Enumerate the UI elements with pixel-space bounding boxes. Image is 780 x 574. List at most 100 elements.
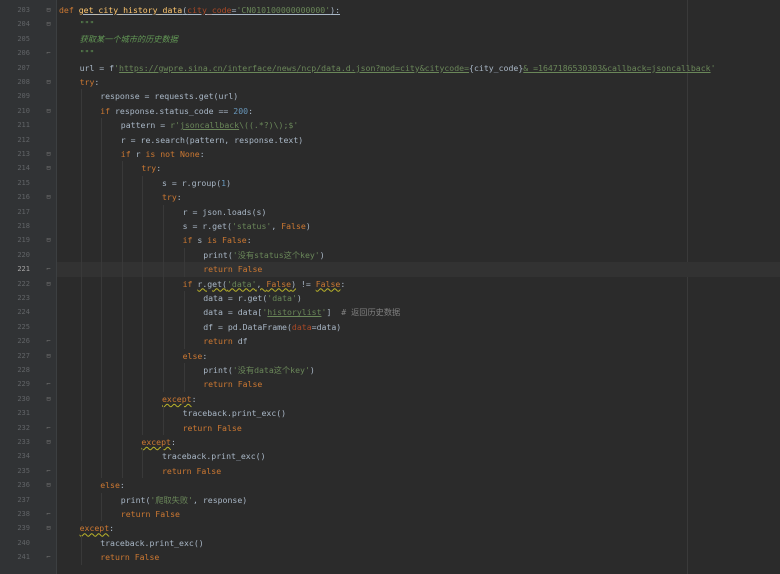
code-token: : (202, 350, 208, 361)
code-line[interactable]: response = requests.get(url) (57, 89, 780, 103)
code-line[interactable]: except: (57, 521, 780, 535)
code-line[interactable]: return df (57, 334, 780, 348)
fold-end-icon[interactable]: ⌐ (45, 464, 52, 478)
indent-guide (142, 363, 144, 378)
fold-collapse-icon[interactable]: ⊟ (45, 17, 52, 31)
fold-end-icon[interactable]: ⌐ (45, 377, 52, 391)
fold-collapse-icon[interactable]: ⊟ (45, 277, 52, 291)
code-token: : (340, 278, 346, 289)
code-token: is False (207, 235, 247, 246)
code-line[interactable]: return False (57, 421, 780, 435)
fold-collapse-icon[interactable]: ⊟ (45, 75, 52, 89)
indent-guide (142, 190, 144, 205)
fold-collapse-icon[interactable]: ⊟ (45, 3, 52, 17)
code-line[interactable]: print('爬取失败', response) (57, 493, 780, 507)
code-line[interactable]: except: (57, 435, 780, 449)
code-token: =data) (311, 321, 342, 332)
code-line[interactable]: if response.status_code == 200: (57, 104, 780, 118)
line-number: 230 (17, 394, 30, 403)
code-line[interactable]: return False (57, 507, 780, 521)
indent-guide (80, 161, 82, 176)
code-line[interactable]: """ (57, 46, 780, 60)
code-token: s = r.group( (162, 177, 222, 188)
fold-collapse-icon[interactable]: ⊟ (45, 478, 52, 492)
code-line[interactable]: def get_city_history_data(city_code='CN0… (57, 3, 780, 17)
indent-guide (101, 492, 103, 507)
code-line[interactable]: print('没有status这个key') (57, 248, 780, 262)
indent-guide (101, 204, 103, 219)
code-editor[interactable]: 203 ⊟ def get_city_history_data(city_code=… (0, 0, 780, 574)
fold-collapse-icon[interactable]: ⊟ (45, 161, 52, 175)
indent-guide (142, 175, 144, 191)
code-line[interactable]: pattern = r'jsoncallback\((.*?)\);$' (57, 118, 780, 132)
code-line[interactable]: return False (57, 377, 780, 391)
fold-collapse-icon[interactable]: ⊟ (45, 233, 52, 247)
code-line[interactable]: try: (57, 161, 780, 175)
code-token: historylist (267, 307, 322, 318)
code-line[interactable]: data = data['historylist'] # 返回历史数据 (57, 305, 780, 319)
code-line[interactable]: try: (57, 75, 780, 89)
indent-guide (80, 190, 82, 205)
code-line[interactable]: s = r.get('status', False) (57, 219, 780, 233)
code-line[interactable]: try: (57, 190, 780, 204)
indent-guide (101, 291, 103, 306)
fold-collapse-icon[interactable]: ⊟ (45, 521, 52, 535)
code-line[interactable]: if r is not None: (57, 147, 780, 161)
code-line[interactable]: else: (57, 478, 780, 492)
fold-collapse-icon[interactable]: ⊟ (45, 190, 52, 204)
indent-guide (80, 507, 82, 522)
fold-collapse-icon[interactable]: ⊟ (45, 392, 52, 406)
fold-collapse-icon[interactable]: ⊟ (45, 435, 52, 449)
line-number: 226 (17, 337, 30, 346)
indent-guide (183, 319, 185, 335)
indent-guide (80, 103, 82, 119)
code-line[interactable]: df = pd.DataFrame(data=data) (57, 320, 780, 334)
code-line[interactable]: return False (57, 464, 780, 478)
code-line[interactable]: if s is False: (57, 233, 780, 247)
code-line[interactable]: traceback.print_exc() (57, 449, 780, 463)
code-token: ) (296, 293, 302, 303)
code-line[interactable]: url = f ' https://gwpre.sina.cn/interface/… (57, 61, 780, 75)
code-line[interactable]: if r.get('data', False) != False: (57, 277, 780, 291)
code-line[interactable]: r = json.loads(s) (57, 205, 780, 219)
code-token: return False (120, 509, 180, 519)
code-line[interactable]: except: (57, 392, 780, 406)
indent-guide (142, 449, 144, 464)
fold-end-icon[interactable]: ⌐ (45, 262, 52, 276)
fold-end-icon[interactable]: ⌐ (45, 507, 52, 521)
line-number: 234 (17, 452, 30, 461)
indent-guide (80, 319, 82, 335)
indent-guide (101, 377, 103, 392)
indent-guide (163, 233, 164, 248)
code-line-current[interactable]: return False (57, 262, 780, 277)
code-line[interactable]: else: (57, 349, 780, 363)
code-token: try (162, 192, 177, 203)
indent-guide (121, 435, 123, 450)
indent-guide (121, 319, 123, 335)
code-line[interactable]: 获取某一个城市的历史数据 (57, 32, 780, 46)
code-token: url = f (79, 62, 115, 73)
fold-end-icon[interactable]: ⌐ (45, 421, 52, 435)
code-line[interactable]: traceback.print_exc() (57, 406, 780, 420)
code-line[interactable]: traceback.print_exc() (57, 536, 780, 550)
line-number: 206 (17, 49, 30, 58)
fold-end-icon[interactable]: ⌐ (45, 550, 52, 564)
code-line[interactable]: r = re.search(pattern, response.text) (57, 133, 780, 147)
fold-end-icon[interactable]: ⌐ (45, 46, 52, 60)
indent-guide (80, 334, 82, 349)
code-token: response.status_code == (114, 105, 234, 116)
fold-end-icon[interactable]: ⌐ (45, 334, 52, 348)
code-token: is not None (145, 149, 200, 159)
code-line[interactable]: return False (57, 550, 780, 564)
fold-collapse-icon[interactable]: ⊟ (45, 104, 52, 118)
indent-guide (80, 132, 82, 147)
indent-guide (121, 420, 123, 435)
code-token: r = json.loads(s) (182, 206, 267, 217)
code-line[interactable]: s = r.group(1) (57, 176, 780, 190)
code-line[interactable]: print('没有data这个key') (57, 363, 780, 377)
code-line[interactable]: """ (57, 17, 780, 31)
code-token: 'status' (231, 221, 272, 231)
fold-collapse-icon[interactable]: ⊟ (45, 349, 52, 363)
code-line[interactable]: data = r.get('data') (57, 291, 780, 305)
fold-collapse-icon[interactable]: ⊟ (45, 147, 52, 161)
